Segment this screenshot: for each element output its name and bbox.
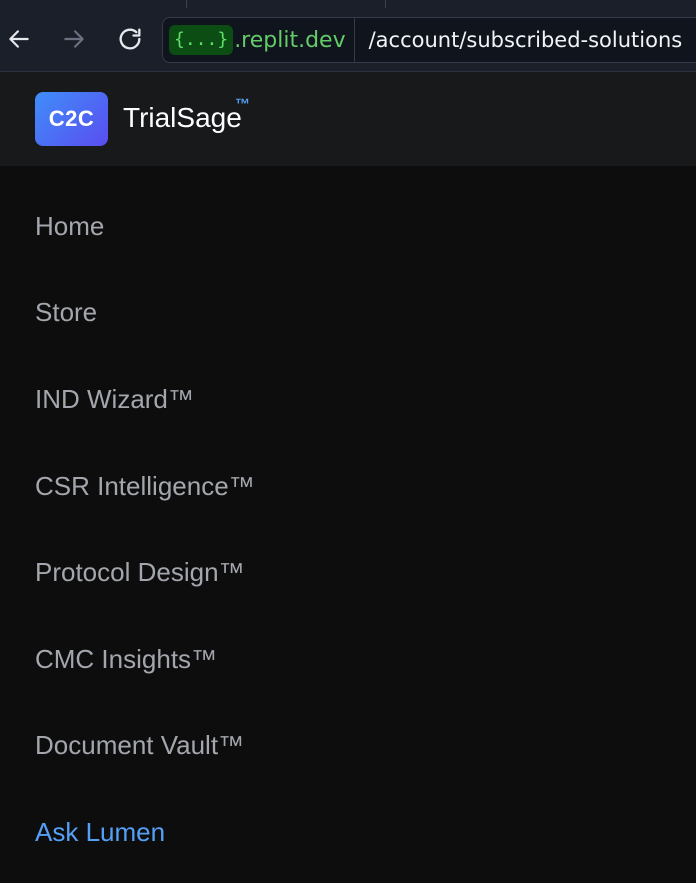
reload-button[interactable] [113, 22, 147, 56]
app-header: C2C TrialSage ™ [0, 72, 696, 166]
menu-item-ind-wizard[interactable]: IND Wizard™ [35, 384, 194, 415]
reload-icon [119, 28, 141, 50]
arrow-right-icon [64, 30, 84, 48]
browser-toolbar: {...} .replit.dev /account/subscribed-so… [0, 0, 696, 72]
menu-item-ask-lumen[interactable]: Ask Lumen [35, 817, 165, 848]
origin-badge: {...} [169, 25, 234, 55]
menu-item-document-vault[interactable]: Document Vault™ [35, 730, 244, 761]
menu-item-home[interactable]: Home [35, 211, 104, 242]
back-button[interactable] [2, 22, 36, 56]
arrow-left-icon [9, 30, 29, 48]
url-origin: {...} .replit.dev [163, 18, 355, 62]
menu-item-cmc-insights[interactable]: CMC Insights™ [35, 644, 217, 675]
tab-strip-edge [186, 0, 696, 8]
origin-domain: .replit.dev [234, 27, 346, 53]
url-path: /account/subscribed-solutions [368, 28, 683, 52]
trademark-mark: ™ [235, 96, 250, 113]
navigation-menu: Home Store IND Wizard™ CSR Intelligence™… [0, 166, 696, 883]
brand-name: TrialSage [123, 102, 242, 133]
menu-item-protocol-design[interactable]: Protocol Design™ [35, 557, 245, 588]
logo[interactable]: C2C [35, 92, 108, 146]
menu-item-store[interactable]: Store [35, 297, 97, 328]
menu-item-csr-intelligence[interactable]: CSR Intelligence™ [35, 471, 255, 502]
address-bar[interactable]: {...} .replit.dev /account/subscribed-so… [162, 17, 696, 63]
forward-button[interactable] [57, 22, 91, 56]
